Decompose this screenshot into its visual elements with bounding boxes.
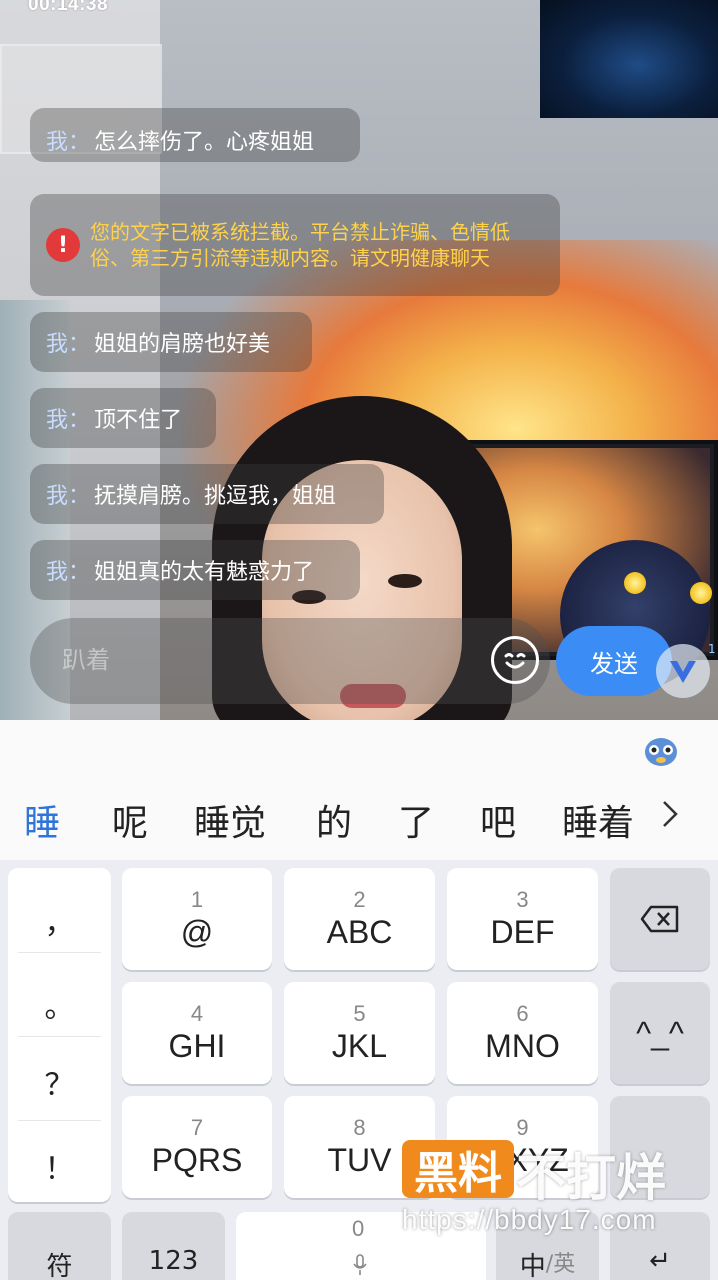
stream-timer: 00:14:38 — [28, 0, 109, 15]
warning-text: 您的文字已被系统拦截。平台禁止诈骗、色情低俗、第三方引流等违规内容。请文明健康聊… — [90, 220, 510, 270]
punct-key-question[interactable]: ？ — [8, 1060, 111, 1104]
divider — [18, 1120, 101, 1121]
key-5[interactable]: 5 JKL — [284, 982, 435, 1084]
watermark-text: 不打烊 — [516, 1149, 666, 1207]
v-logo-icon — [670, 661, 696, 683]
candidate-word[interactable]: 呢 — [112, 794, 148, 846]
microphone-icon — [353, 1254, 367, 1275]
alert-icon: ! — [46, 228, 80, 262]
candidate-word[interactable]: 睡 — [24, 794, 60, 846]
key-label: MNO — [485, 1028, 560, 1064]
key-label: @ — [180, 914, 214, 950]
key-2[interactable]: 2 ABC — [284, 868, 435, 970]
chat-sender: 我： — [46, 408, 91, 433]
chat-sender: 我： — [46, 130, 91, 155]
floating-app-button[interactable] — [656, 644, 710, 698]
key-label: ^_^ — [636, 1015, 684, 1051]
key-label: DEF — [490, 914, 555, 950]
floating-badge-count: 1 — [708, 642, 716, 656]
key-number: 5 — [353, 1001, 366, 1026]
plush-eye — [690, 582, 712, 604]
key-number: 8 — [353, 1115, 366, 1140]
punct-key-period[interactable]: 。 — [8, 982, 111, 1026]
smiley-icon — [504, 653, 526, 669]
chat-message: 我： 顶不住了 — [30, 388, 216, 448]
emoticon-key[interactable]: ^_^ — [610, 982, 710, 1084]
chevron-right-icon[interactable] — [658, 794, 682, 834]
backspace-key[interactable] — [610, 868, 710, 970]
plush-eye — [624, 572, 646, 594]
system-warning: ! 您的文字已被系统拦截。平台禁止诈骗、色情低俗、第三方引流等违规内容。请文明健… — [30, 194, 560, 296]
candidate-word[interactable]: 的 — [316, 794, 352, 846]
candidate-word[interactable]: 睡觉 — [194, 794, 266, 846]
key-number: 4 — [190, 1001, 204, 1026]
chat-text: 姐姐真的太有魅惑力了 — [94, 560, 315, 585]
key-label: GHI — [168, 1028, 226, 1064]
chat-message: 我： 抚摸肩膀。挑逗我，姐姐 — [30, 464, 384, 524]
send-button[interactable]: 发送 — [556, 626, 672, 696]
chat-message: 我： 怎么摔伤了。心疼姐姐 — [30, 108, 360, 162]
key-3[interactable]: 3 DEF — [447, 868, 598, 970]
candidate-word[interactable]: 吧 — [480, 794, 516, 846]
watermark-url: https://bbdy17.com — [402, 1204, 657, 1235]
divider — [18, 952, 101, 953]
key-label: ABC — [326, 914, 393, 950]
key-4[interactable]: 4 GHI — [122, 982, 272, 1084]
chat-sender: 我： — [46, 560, 91, 585]
numeric-key[interactable]: 123 — [122, 1212, 225, 1280]
key-1[interactable]: 1 @ — [122, 868, 272, 970]
space-key-number: 0 — [352, 1216, 365, 1241]
chat-text: 姐姐的肩膀也好美 — [94, 332, 271, 357]
key-label: JKL — [331, 1028, 388, 1064]
watermark-badge: 黑料 — [402, 1140, 514, 1199]
streamer-eye — [388, 574, 422, 588]
candidate-word[interactable]: 了 — [398, 794, 434, 846]
chat-text: 怎么摔伤了。心疼姐姐 — [94, 130, 315, 155]
key-number: 3 — [516, 887, 529, 912]
lang-sub: /英 — [545, 1252, 576, 1277]
key-6[interactable]: 6 MNO — [447, 982, 598, 1084]
divider — [18, 1036, 101, 1037]
key-number: 2 — [353, 887, 366, 912]
chat-text: 顶不住了 — [94, 408, 183, 433]
key-number: 1 — [190, 887, 204, 912]
key-number: 7 — [190, 1115, 204, 1140]
punct-key-comma[interactable]: ， — [8, 898, 111, 942]
key-number: 6 — [516, 1001, 529, 1026]
chat-message: 我： 姐姐真的太有魅惑力了 — [30, 540, 360, 600]
keyboard-mascot-icon[interactable] — [642, 732, 680, 768]
punct-key-exclaim[interactable]: ！ — [8, 1144, 111, 1188]
backspace-icon — [640, 905, 679, 933]
key-label: PQRS — [151, 1142, 243, 1178]
chat-text: 抚摸肩膀。挑逗我，姐姐 — [94, 484, 337, 509]
key-label: TUV — [327, 1142, 392, 1178]
key-7[interactable]: 7 PQRS — [122, 1096, 272, 1198]
chat-sender: 我： — [46, 484, 91, 509]
emoji-button[interactable] — [491, 636, 539, 684]
symbol-key[interactable]: 符 — [8, 1212, 111, 1280]
candidate-word[interactable]: 睡着 — [562, 794, 638, 846]
lang-main: 中 — [519, 1252, 546, 1280]
chat-input-value[interactable]: 趴着 — [62, 640, 110, 675]
chat-sender: 我： — [46, 332, 91, 357]
chat-message: 我： 姐姐的肩膀也好美 — [30, 312, 312, 372]
mini-video-window[interactable] — [540, 0, 718, 118]
